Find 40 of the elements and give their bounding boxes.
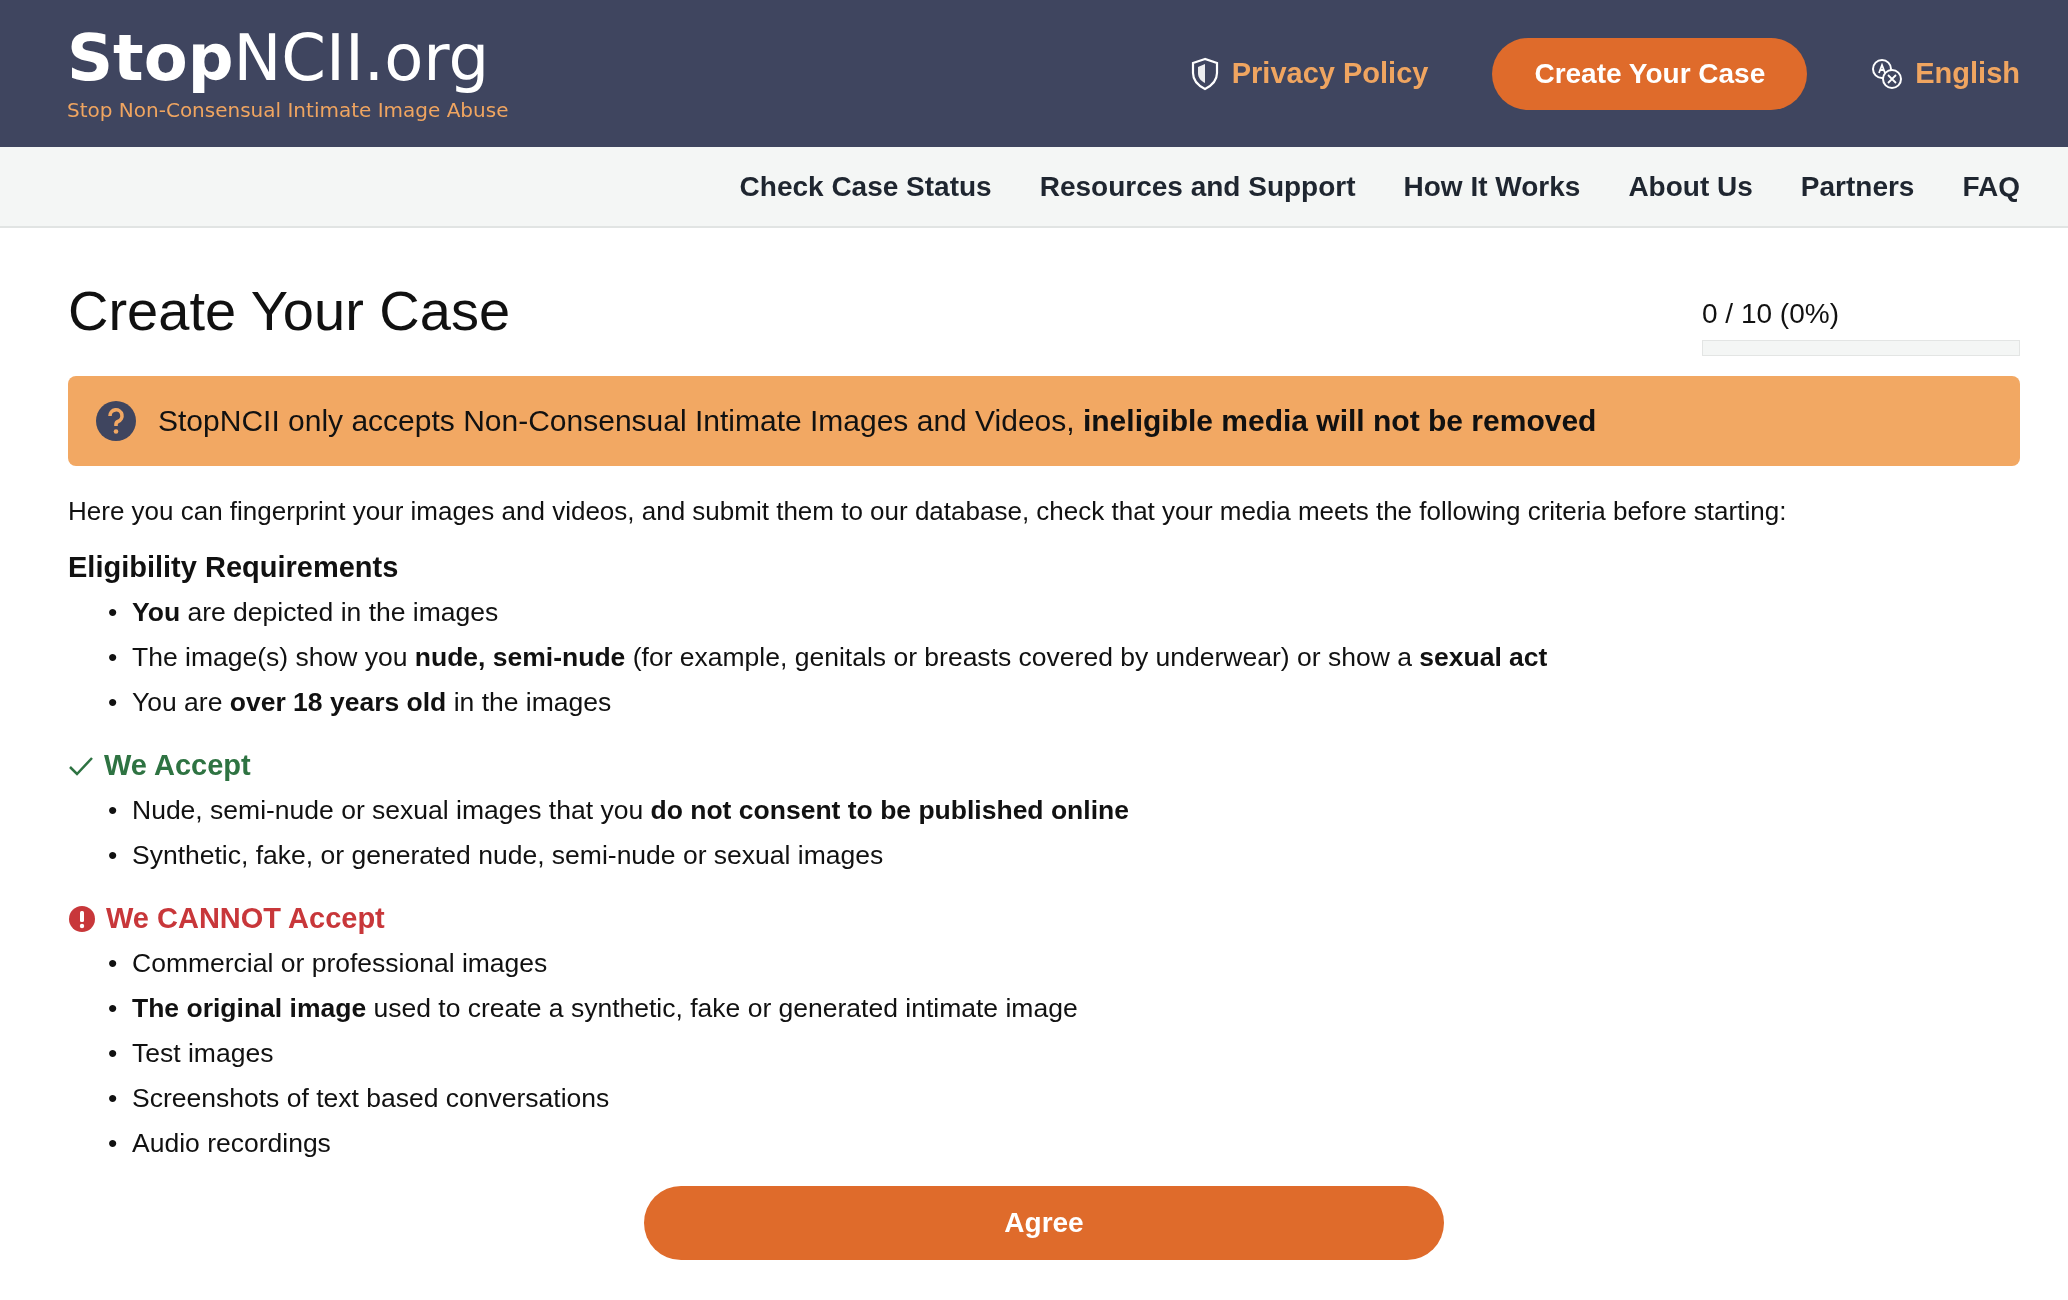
translate-icon — [1871, 56, 1904, 91]
progress-text: 0 / 10 (0%) — [1702, 298, 1840, 330]
list-item: Screenshots of text based conversations — [132, 1082, 610, 1115]
question-icon — [96, 401, 136, 441]
list-item: Test images — [132, 1037, 274, 1070]
list-item: The original image used to create a synthetic, fake or generated intimate image — [132, 992, 1078, 1025]
nav-link[interactable]: FAQ — [1962, 170, 2020, 203]
list-item: Nude, semi-nude or sexual images that you do not consent to be published online — [132, 794, 1129, 827]
bullet: • — [108, 1127, 118, 1160]
bullet: • — [108, 1037, 118, 1070]
nav-link[interactable]: How It Works — [1403, 170, 1581, 203]
nav-link[interactable]: Partners — [1800, 170, 1915, 203]
shield-icon — [1189, 56, 1220, 91]
list-item: Commercial or professional images — [132, 947, 548, 980]
bullet: • — [108, 1082, 118, 1115]
bullet: • — [108, 947, 118, 980]
section-heading: We Accept — [104, 749, 251, 782]
bullet: • — [108, 839, 118, 872]
nav-link[interactable]: Check Case Status — [739, 170, 992, 203]
bullet: • — [108, 641, 118, 674]
exclamation-icon — [68, 904, 96, 933]
notice-text: StopNCII only accepts Non-Consensual Intimate Images and Videos, ineligible media will not be removed — [158, 404, 1597, 438]
list-item: Audio recordings — [132, 1127, 331, 1160]
list-item: You are depicted in the images — [132, 596, 499, 629]
bullet: • — [108, 794, 118, 827]
privacy-policy-link[interactable]: Privacy Policy — [1189, 56, 1429, 91]
language-link[interactable]: English — [1871, 56, 2020, 91]
nav-link[interactable]: Resources and Support — [1039, 170, 1356, 203]
bullet: • — [108, 596, 118, 629]
bullet: • — [108, 992, 118, 1025]
logo-tagline: Stop Non-Consensual Intimate Image Abuse — [67, 97, 509, 122]
section-heading: Eligibility Requirements — [68, 551, 399, 584]
section-heading: We CANNOT Accept — [106, 902, 385, 935]
list-item: Synthetic, fake, or generated nude, semi-nude or sexual images — [132, 839, 884, 872]
page-title: Create Your Case — [68, 278, 511, 343]
intro-text: Here you can fingerprint your images and videos, and submit them to our database, check that your media meets the following criteria before starting: — [68, 496, 1788, 527]
bullet: • — [108, 686, 118, 719]
nav-link[interactable]: About Us — [1628, 170, 1753, 203]
list-item: The image(s) show you nude, semi-nude (for example, genitals or breasts covered by underwear) or show a sexual act — [132, 641, 1548, 674]
list-item: You are over 18 years old in the images — [132, 686, 612, 719]
